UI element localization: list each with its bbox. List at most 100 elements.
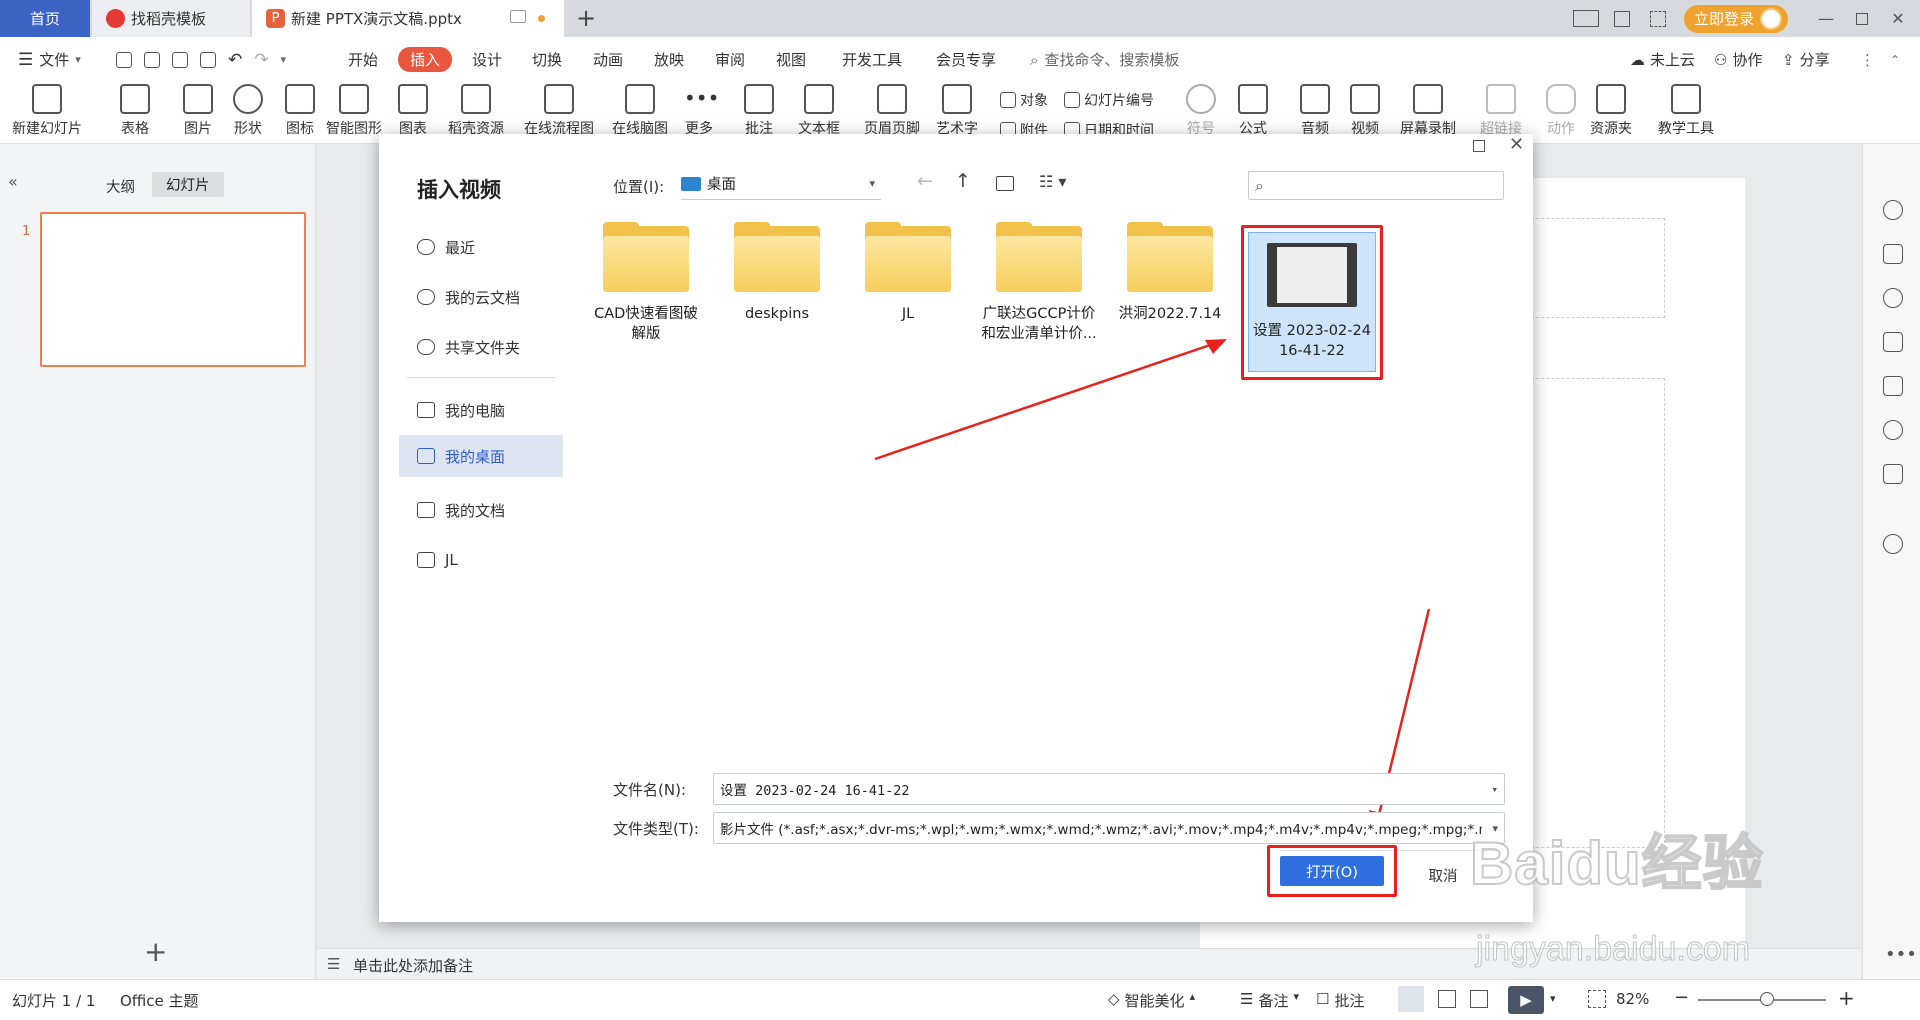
share-button[interactable]: ⇪ 分享 (1782, 37, 1830, 82)
video-button[interactable]: 视频 (1350, 84, 1380, 138)
reading-view-icon[interactable] (1470, 990, 1488, 1008)
new-tab-button[interactable]: + (576, 4, 596, 32)
omega-icon (1186, 84, 1216, 114)
menu-tab-2[interactable]: 设计 (472, 37, 502, 82)
normal-view-icon[interactable] (1398, 986, 1424, 1012)
command-search[interactable]: ⌕ 查找命令、搜索模板 (1030, 37, 1179, 82)
object-button[interactable]: 对象 (1000, 90, 1048, 110)
close-window-icon[interactable]: ✕ (1880, 0, 1916, 37)
menu-tab-5[interactable]: 放映 (654, 37, 684, 82)
monitor-icon[interactable] (510, 10, 526, 23)
tab-template[interactable]: 找稻壳模板 (92, 0, 250, 37)
print-preview-icon[interactable] (200, 51, 216, 68)
icon-button[interactable]: 图标 (285, 84, 315, 138)
grid-view-icon[interactable] (1604, 0, 1640, 37)
chart-button[interactable]: 图表 (398, 84, 428, 138)
hyperlink-button[interactable]: 超链接 (1480, 84, 1522, 138)
outline-tab[interactable]: 大纲 (106, 176, 135, 197)
apps-icon[interactable] (1640, 0, 1676, 37)
tab-home[interactable]: 首页 (0, 0, 90, 37)
zoom-slider-thumb[interactable] (1760, 992, 1774, 1006)
menu-tab-0[interactable]: 开始 (348, 37, 378, 82)
customize-chevron-icon[interactable]: ▾ (281, 53, 287, 66)
restore-icon[interactable] (1844, 0, 1880, 37)
cloud-button[interactable]: ☁ 未上云 (1630, 37, 1695, 82)
flash-icon[interactable] (1883, 420, 1903, 440)
adjust-icon[interactable] (1883, 244, 1903, 264)
tab-document[interactable]: P 新建 PPTX演示文稿.pptx (252, 0, 564, 37)
collapse-panel-icon[interactable]: « (8, 172, 18, 191)
smartart-button[interactable]: 智能图形 (326, 84, 382, 138)
filetype-select[interactable]: 影片文件 (*.asf;*.asx;*.dvr-ms;*.wpl;*.wm;*.… (713, 812, 1505, 844)
undo-icon[interactable]: ↶ (228, 50, 242, 70)
more-dots-icon[interactable]: ••• (1885, 944, 1917, 965)
comment-toggle-button[interactable]: ☐ 批注 (1316, 990, 1364, 1011)
notes-toggle-button[interactable]: ☰ 备注 ▾ (1240, 990, 1299, 1011)
fit-window-icon[interactable] (1588, 990, 1606, 1008)
beautify-button[interactable]: ◇ 智能美化 ▴ (1108, 990, 1195, 1011)
collapse-ribbon-icon[interactable]: ⌃ (1890, 37, 1900, 82)
play-slideshow-button[interactable]: ▶ (1508, 986, 1544, 1014)
more-insert-button[interactable]: ••• 更多 (684, 84, 719, 138)
menu-tab-7[interactable]: 视图 (776, 37, 806, 82)
zoom-out-button[interactable]: − (1674, 987, 1689, 1008)
slides-icon[interactable] (1883, 332, 1903, 352)
star-icon[interactable] (1883, 288, 1903, 308)
screen-record-icon (1413, 84, 1443, 114)
screen-record-button[interactable]: 屏幕录制 (1400, 84, 1456, 138)
slides-tab[interactable]: 幻灯片 (152, 172, 224, 197)
add-slide-button[interactable]: + (144, 938, 167, 966)
comment-button[interactable]: 批注 (744, 84, 774, 138)
smartart-icon (339, 84, 369, 114)
header-footer-button[interactable]: 页眉页脚 (864, 84, 920, 138)
picture-button[interactable]: 图片 (183, 84, 213, 138)
unsaved-dot-icon (538, 15, 545, 22)
symbol-button[interactable]: 符号 (1186, 84, 1216, 138)
print-icon[interactable] (172, 51, 188, 68)
image-edit-icon[interactable] (1883, 376, 1903, 396)
layout-icon[interactable] (1568, 0, 1604, 37)
menu-tab-1[interactable]: 插入 (398, 37, 453, 82)
menu-tab-6[interactable]: 审阅 (715, 37, 745, 82)
zoom-level[interactable]: 82% (1616, 990, 1649, 1008)
audio-button[interactable]: 音频 (1300, 84, 1330, 138)
save-icon[interactable] (116, 51, 132, 68)
menu-tab-4[interactable]: 动画 (593, 37, 623, 82)
menu-tab-9[interactable]: 会员专享 (936, 37, 996, 82)
play-options-chevron-icon[interactable]: ▾ (1550, 992, 1556, 1005)
shape-button[interactable]: 形状 (233, 84, 263, 138)
slide-number-button[interactable]: 幻灯片编号 (1064, 90, 1154, 110)
file-menu-label: 文件 (39, 51, 70, 69)
action-button[interactable]: 动作 (1546, 84, 1576, 138)
material-icon (461, 84, 491, 114)
rocket-icon[interactable] (1883, 200, 1903, 220)
zoom-in-button[interactable]: + (1838, 986, 1855, 1010)
login-button[interactable]: 立即登录 (1683, 4, 1788, 33)
help-icon[interactable] (1883, 534, 1903, 554)
export-pdf-icon[interactable] (144, 51, 160, 68)
book-icon[interactable] (1883, 464, 1903, 484)
sorter-view-icon[interactable] (1438, 990, 1456, 1008)
file-menu[interactable]: ☰ 文件 ▾ (18, 37, 81, 82)
formula-button[interactable]: 公式 (1238, 84, 1268, 138)
minimize-icon[interactable]: — (1808, 0, 1844, 37)
menu-bar: ☰ 文件 ▾ ↶ ↷ ▾ 开始 插入 设计 切换 动画 放映 审阅 视图 开发工… (0, 37, 1920, 82)
slide-thumbnail[interactable] (40, 212, 306, 367)
material-button[interactable]: 稻壳资源 (448, 84, 504, 138)
cloud-icon: ☁ (1630, 50, 1645, 69)
new-slide-button[interactable]: 新建幻灯片 (12, 84, 82, 138)
resource-button[interactable]: 资源夹 (1590, 84, 1632, 138)
teaching-tools-button[interactable]: 教学工具 (1658, 84, 1714, 138)
more-options-icon[interactable]: ⋮ (1860, 37, 1875, 82)
menu-tab-3[interactable]: 切换 (532, 37, 562, 82)
collaborate-button[interactable]: ⚇ 协作 (1714, 37, 1762, 82)
textbox-button[interactable]: 文本框 (798, 84, 840, 138)
theme-name[interactable]: Office 主题 (120, 990, 199, 1011)
table-button[interactable]: 表格 (120, 84, 150, 138)
filename-input[interactable]: 设置 2023-02-24 16-41-22 ▾ (713, 773, 1505, 805)
mindmap-button[interactable]: 在线脑图 (612, 84, 668, 138)
redo-icon[interactable]: ↷ (254, 50, 268, 70)
menu-tab-8[interactable]: 开发工具 (842, 37, 902, 82)
wordart-button[interactable]: 艺术字 (936, 84, 978, 138)
flowchart-button[interactable]: 在线流程图 (524, 84, 594, 138)
